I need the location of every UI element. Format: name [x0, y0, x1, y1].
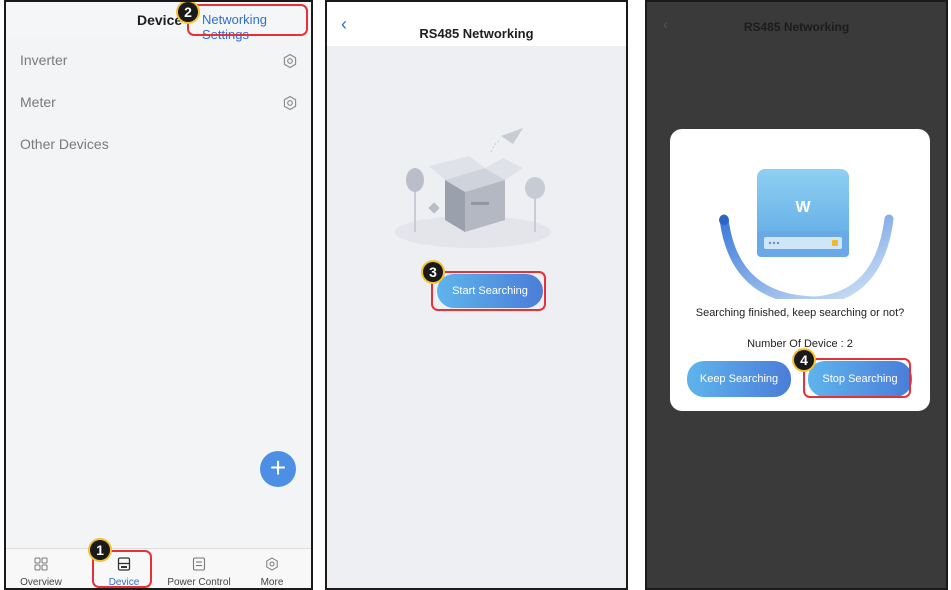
tab-label: Overview: [20, 577, 62, 588]
keep-searching-button[interactable]: Keep Searching: [687, 361, 791, 397]
tab-label: More: [260, 577, 284, 588]
device-label: Meter: [20, 94, 56, 110]
search-result-dialog: W Searching finished, keep searching or …: [670, 129, 930, 411]
step-badge: 1: [90, 540, 110, 560]
highlight-frame: [187, 4, 308, 36]
step-badge: 4: [794, 350, 814, 370]
gear-icon: [266, 557, 278, 571]
searching-progress-illustration: W: [719, 169, 894, 299]
rs485-networking-screen: ‹ RS485 Networking Start Searching 3: [325, 0, 628, 590]
power-control-icon: [192, 557, 206, 571]
page-title: Device: [137, 12, 183, 28]
add-device-button[interactable]: +: [260, 451, 296, 487]
page-title: RS485 Networking: [743, 20, 850, 34]
tab-more[interactable]: More: [232, 549, 311, 588]
search-result-screen: ‹ RS485 Networking W Searching finished,…: [645, 0, 948, 590]
bottom-tab-bar: Overview Device Power Control More: [6, 548, 311, 588]
grid-icon: [34, 557, 48, 571]
step-badge: 3: [423, 262, 443, 282]
tab-overview[interactable]: Overview: [6, 549, 81, 588]
device-count: Number Of Device : 2: [747, 338, 853, 350]
search-result-message: Searching finished, keep searching or no…: [695, 307, 905, 319]
highlight-frame: [431, 271, 546, 311]
gear-icon[interactable]: [282, 95, 298, 111]
device-label: Inverter: [20, 52, 68, 68]
tab-label: Power Control: [167, 577, 231, 588]
gear-icon[interactable]: [282, 53, 298, 69]
step-badge: 2: [178, 2, 198, 22]
empty-box-illustration: [395, 128, 551, 248]
highlight-frame: [803, 358, 911, 398]
device-label: Other Devices: [20, 136, 109, 152]
device-screen: Device Networking Settings 2 Inverter Me…: [4, 0, 313, 590]
device-logo: W: [795, 199, 811, 216]
page-title: RS485 Networking: [419, 26, 534, 41]
header-bar: ‹ RS485 Networking: [327, 2, 626, 46]
tab-power-control[interactable]: Power Control: [159, 549, 239, 588]
